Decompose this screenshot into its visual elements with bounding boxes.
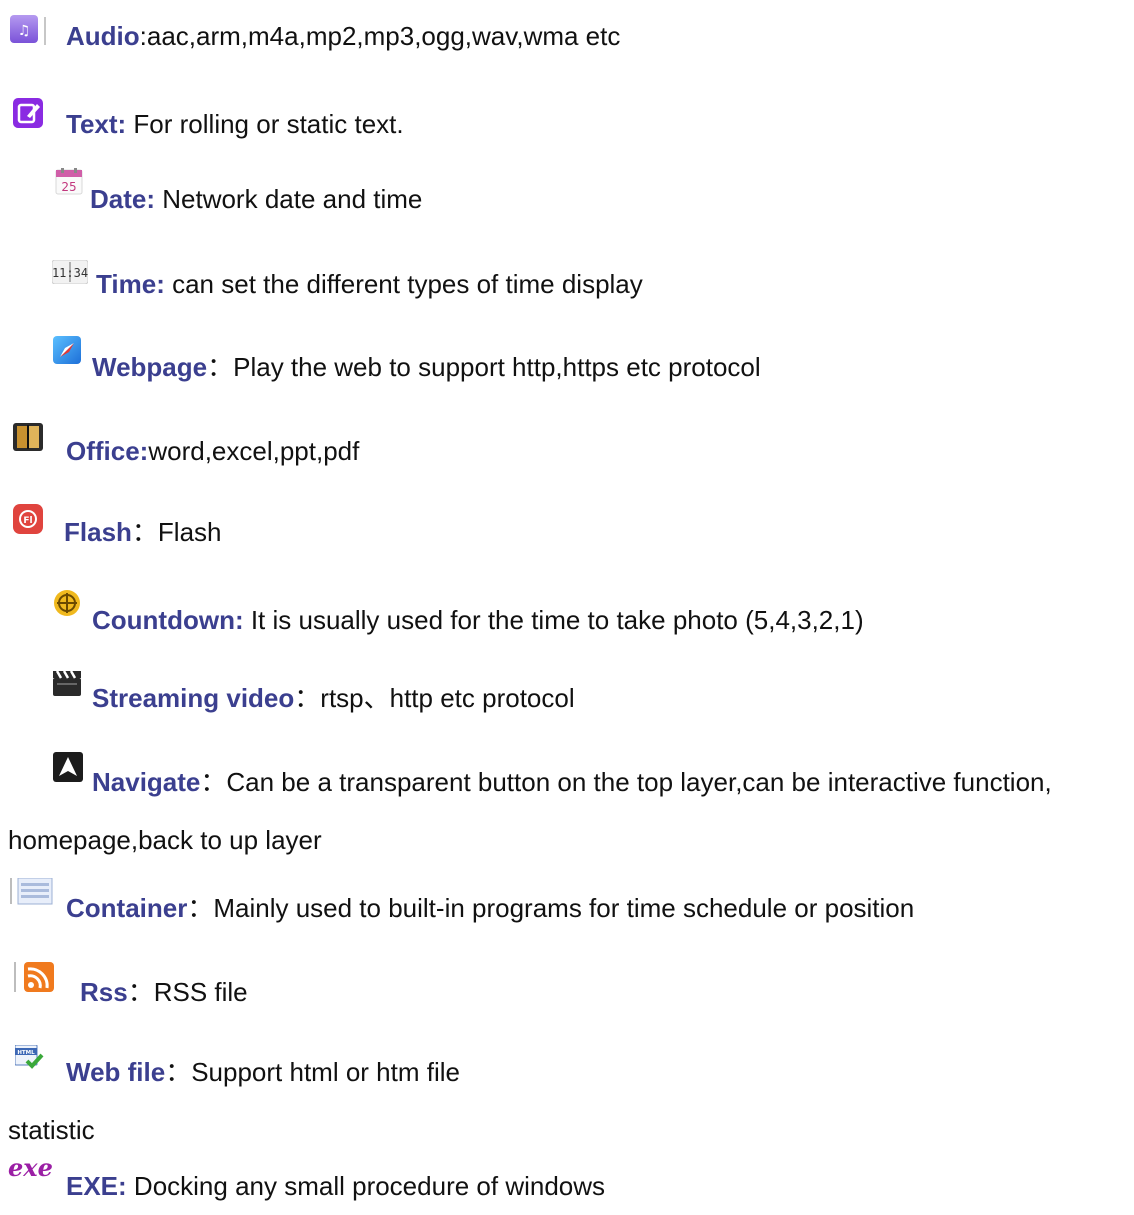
item-label: Navigate — [92, 767, 201, 797]
clock-digits-icon: 11:34 — [52, 260, 88, 284]
exe-icon-text: exe — [8, 1153, 53, 1182]
item-description: ：Mainly used to built-in programs for ti… — [187, 893, 915, 923]
container-icon — [10, 878, 53, 905]
item-description: ：Support html or htm file — [165, 1057, 460, 1087]
html-file-icon-text: HTML — [17, 1050, 35, 1056]
calendar-icon: 25 — [55, 168, 83, 195]
html-file-icon: HTML — [15, 1045, 44, 1069]
item-label: Web file — [66, 1057, 166, 1087]
item-label: Rss — [80, 977, 128, 1007]
item-label: Office: — [66, 436, 149, 466]
item-description: :aac,arm,m4a,mp2,mp3,ogg,wav,wma etc — [139, 21, 621, 51]
item-description: word,excel,ppt,pdf — [148, 436, 360, 466]
item-label: Text: — [66, 109, 127, 139]
rss-icon — [14, 962, 54, 992]
flash-icon: Fl — [13, 504, 43, 534]
flash-icon-text: Fl — [23, 516, 32, 526]
book-icon — [13, 423, 43, 451]
item-label: EXE: — [66, 1171, 127, 1201]
item-label: Streaming video — [92, 683, 295, 713]
navigate-icon — [53, 752, 83, 782]
compass-icon — [53, 336, 81, 364]
countdown-icon — [54, 590, 80, 616]
item-label: Countdown: — [92, 605, 244, 635]
item-label: Flash — [64, 517, 132, 547]
item-description: ：Play the web to support http,https etc … — [207, 352, 761, 382]
exe-icon: exe — [8, 1153, 53, 1182]
item-label: Audio — [66, 21, 140, 51]
item-description: ：RSS file — [127, 977, 248, 1007]
item-description: Network date and time — [155, 184, 423, 214]
item-label: Date: — [90, 184, 156, 214]
edit-icon — [13, 98, 43, 128]
item-description: can set the different types of time disp… — [164, 269, 643, 299]
item-label: Time: — [96, 269, 165, 299]
item-description: Docking any small procedure of windows — [126, 1171, 606, 1201]
music-note-icon: ♫ — [10, 15, 46, 45]
item-description: It is usually used for the time to take … — [243, 605, 864, 635]
item-description: For rolling or static text. — [126, 109, 404, 139]
statistic-text: statistic — [8, 1115, 95, 1145]
item-description: ：Flash — [131, 517, 222, 547]
clock-digits-text: 11:34 — [52, 266, 88, 280]
item-label: Webpage — [92, 352, 208, 382]
svg-text:♫: ♫ — [18, 23, 31, 39]
item-label: Container — [66, 893, 188, 923]
navigate-continuation-text: homepage,back to up layer — [8, 825, 322, 855]
item-description: ：Can be a transparent button on the top … — [200, 767, 1052, 797]
calendar-day-text: 25 — [61, 180, 76, 194]
item-description: ：rtsp、http etc protocol — [294, 683, 575, 713]
clapperboard-icon — [53, 670, 81, 696]
